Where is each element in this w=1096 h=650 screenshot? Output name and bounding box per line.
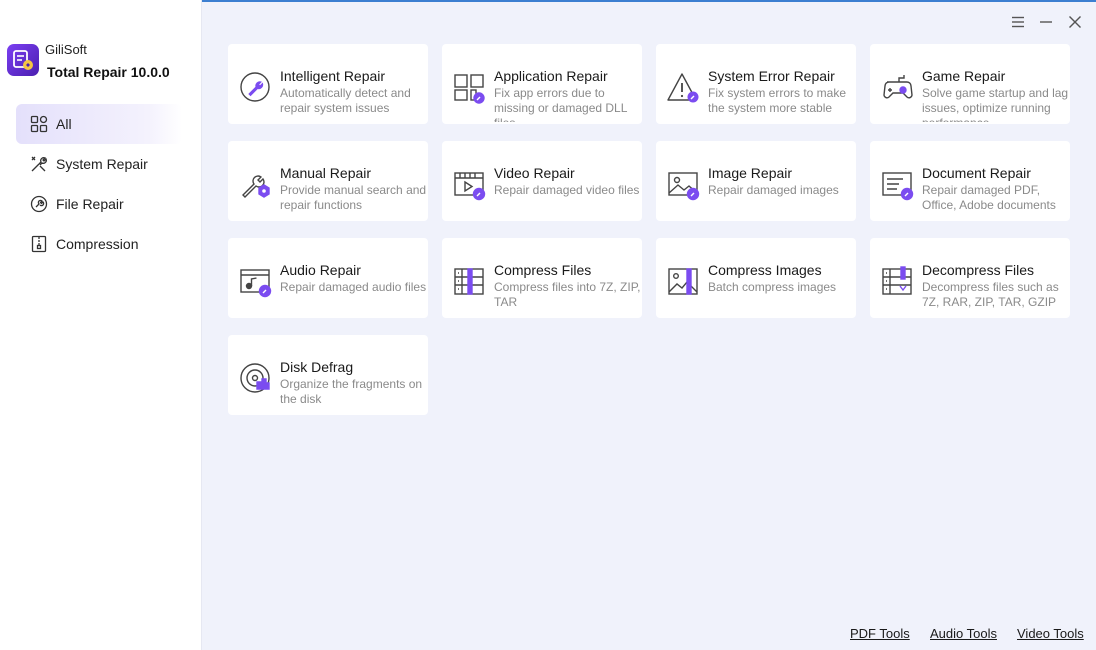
tool-description: Decompress files such as 7Z, RAR, ZIP, T…	[922, 280, 1059, 309]
tool-card-decompress-files[interactable]: Decompress Files Decompress files such a…	[870, 238, 1070, 318]
close-icon	[1068, 15, 1082, 34]
compress-files-icon	[453, 265, 487, 299]
wrench-gear-icon	[239, 168, 273, 202]
gamepad-icon	[881, 71, 915, 105]
tool-card-game-repair[interactable]: Game Repair Solve game startup and lag i…	[870, 44, 1070, 124]
file-repair-icon	[30, 195, 48, 213]
tool-card-intelligent-repair[interactable]: Intelligent Repair Automatically detect …	[228, 44, 428, 124]
brand: GiliSoft Total Repair 10.0.0	[7, 42, 170, 81]
tool-title: Document Repair	[922, 165, 1031, 181]
tool-card-disk-defrag[interactable]: Disk Defrag Organize the fragments on th…	[228, 335, 428, 415]
minimize-button[interactable]	[1036, 14, 1056, 34]
menu-icon	[1011, 15, 1025, 33]
grid-icon	[30, 115, 48, 133]
tool-title: Game Repair	[922, 68, 1006, 84]
tool-description: Repair damaged images	[708, 183, 839, 197]
tool-title: Compress Images	[708, 262, 822, 278]
sidebar-item-system-repair[interactable]: System Repair	[16, 144, 182, 184]
tool-description: Automatically detect and repair system i…	[280, 86, 411, 115]
tool-card-manual-repair[interactable]: Manual Repair Provide manual search and …	[228, 141, 428, 221]
app-grid-icon	[453, 71, 487, 105]
tool-card-compress-files[interactable]: Compress Files Compress files into 7Z, Z…	[442, 238, 642, 318]
sidebar-nav: All System Repair File Repair Compressio…	[16, 104, 182, 264]
minimize-icon	[1039, 15, 1053, 33]
company-name: GiliSoft	[45, 42, 87, 57]
video-icon	[453, 168, 487, 202]
tool-card-compress-images[interactable]: Compress Images Batch compress images	[656, 238, 856, 318]
compression-icon	[30, 235, 48, 253]
sidebar: GiliSoft Total Repair 10.0.0 All System …	[0, 0, 202, 650]
sidebar-item-file-repair[interactable]: File Repair	[16, 184, 182, 224]
warning-icon	[667, 71, 701, 105]
sidebar-item-all[interactable]: All	[16, 104, 182, 144]
sidebar-item-label: Compression	[56, 236, 139, 252]
compress-images-icon	[667, 265, 701, 299]
tool-title: Application Repair	[494, 68, 608, 84]
tool-description: Repair damaged PDF, Office, Adobe docume…	[922, 183, 1056, 212]
tools-icon	[30, 155, 48, 173]
sidebar-item-label: File Repair	[56, 196, 124, 212]
tool-title: Disk Defrag	[280, 359, 354, 375]
document-icon	[881, 168, 915, 202]
tool-description: Repair damaged video files	[494, 183, 640, 197]
tool-card-document-repair[interactable]: Document Repair Repair damaged PDF, Offi…	[870, 141, 1070, 221]
tool-title: Image Repair	[708, 165, 793, 181]
menu-button[interactable]	[1008, 14, 1028, 34]
tool-description: Solve game startup and lag issues, optim…	[922, 86, 1069, 122]
sidebar-item-compression[interactable]: Compression	[16, 224, 182, 264]
tool-title: Video Repair	[494, 165, 575, 181]
tool-title: Intelligent Repair	[280, 68, 386, 84]
tool-title: System Error Repair	[708, 68, 835, 84]
tool-card-image-repair[interactable]: Image Repair Repair damaged images	[656, 141, 856, 221]
tool-description: Repair damaged audio files	[280, 280, 427, 294]
sidebar-item-label: All	[56, 116, 72, 132]
audio-tools-link[interactable]: Audio Tools	[930, 626, 997, 641]
disk-icon	[239, 362, 273, 396]
pdf-tools-link[interactable]: PDF Tools	[850, 626, 910, 641]
tool-description: Batch compress images	[708, 280, 837, 294]
close-button[interactable]	[1065, 14, 1085, 34]
tool-title: Compress Files	[494, 262, 592, 278]
video-tools-link[interactable]: Video Tools	[1017, 626, 1084, 641]
image-icon	[667, 168, 701, 202]
tool-card-application-repair[interactable]: Application Repair Fix app errors due to…	[442, 44, 642, 124]
tool-description: Provide manual search and repair functio…	[280, 183, 427, 212]
tool-description: Fix system errors to make the system mor…	[708, 86, 847, 115]
decompress-files-icon	[881, 265, 915, 299]
audio-icon	[239, 265, 273, 299]
product-name: Total Repair 10.0.0	[47, 64, 170, 80]
tool-card-system-error-repair[interactable]: System Error Repair Fix system errors to…	[656, 44, 856, 124]
sidebar-item-label: System Repair	[56, 156, 148, 172]
tool-description: Compress files into 7Z, ZIP, TAR	[494, 280, 641, 309]
tool-card-audio-repair[interactable]: Audio Repair Repair damaged audio files	[228, 238, 428, 318]
tool-title: Decompress Files	[922, 262, 1035, 278]
tool-description: Organize the fragments on the disk	[280, 377, 423, 406]
app-logo-icon	[7, 44, 39, 76]
tool-title: Manual Repair	[280, 165, 372, 181]
tool-card-video-repair[interactable]: Video Repair Repair damaged video files	[442, 141, 642, 221]
tool-title: Audio Repair	[280, 262, 361, 278]
wrench-circle-icon	[239, 71, 273, 105]
tool-description: Fix app errors due to missing or damaged…	[494, 86, 627, 122]
